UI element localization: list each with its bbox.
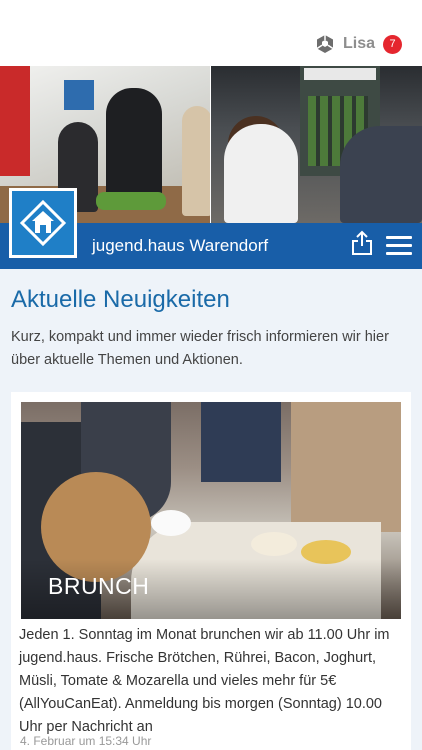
user-name[interactable]: Lisa xyxy=(343,35,375,53)
page-title: Aktuelle Neuigkeiten xyxy=(11,286,230,313)
news-card[interactable]: BRUNCH Jeden 1. Sonntag im Monat brunche… xyxy=(11,392,411,750)
top-bar: Lisa 7 xyxy=(0,0,422,66)
hamburger-menu-icon[interactable] xyxy=(386,236,412,256)
intro-text: Kurz, kompakt und immer wieder frisch in… xyxy=(11,329,389,368)
news-text: Jeden 1. Sonntag im Monat brunchen wir a… xyxy=(19,627,390,735)
app-title: jugend.haus Warendorf xyxy=(92,236,269,255)
cube-logo-icon xyxy=(316,35,334,53)
house-icon xyxy=(19,199,67,247)
news-date: 4. Februar um 15:34 Uhr xyxy=(20,734,152,748)
user-menu[interactable]: Lisa 7 xyxy=(315,34,402,54)
news-photo[interactable]: BRUNCH xyxy=(21,402,401,619)
notification-badge[interactable]: 7 xyxy=(383,34,402,54)
share-icon[interactable] xyxy=(351,230,373,256)
news-label: BRUNCH xyxy=(48,573,150,599)
house-logo-icon[interactable] xyxy=(9,188,77,258)
